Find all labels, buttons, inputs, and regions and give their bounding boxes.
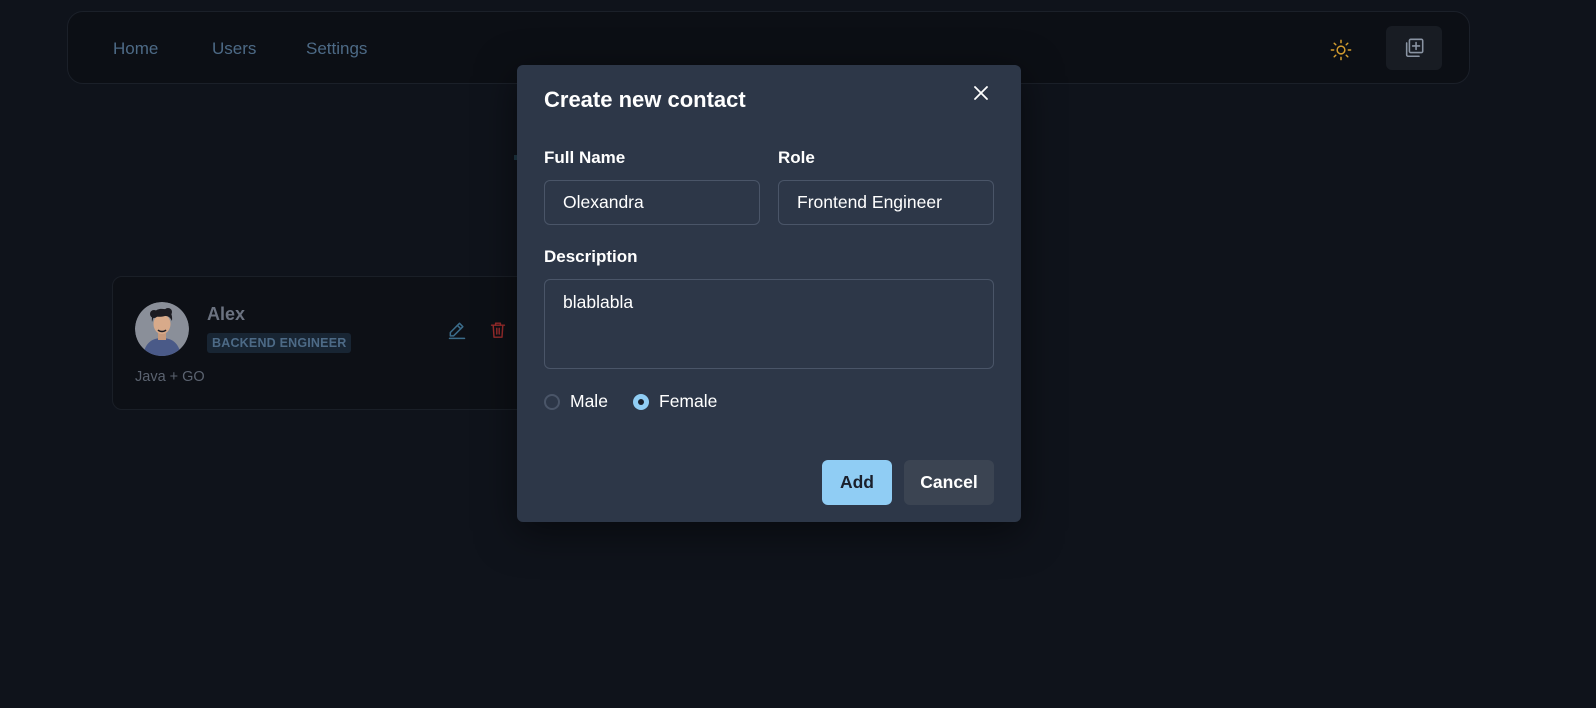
trash-icon (490, 322, 506, 338)
page: Home Users Settings Alex BACKEND ENGINEE… (0, 0, 1596, 708)
role-label: Role (778, 148, 815, 167)
gender-option-female[interactable]: Female (633, 391, 717, 412)
modal-title: Create new contact (544, 87, 746, 112)
contact-name: Alex (207, 304, 246, 324)
gender-option-male[interactable]: Male (544, 391, 608, 412)
nav-link-settings[interactable]: Settings (306, 39, 367, 59)
sun-icon (1330, 39, 1352, 61)
male-radio[interactable] (544, 393, 560, 410)
description-label: Description (544, 247, 638, 266)
contact-card: Alex BACKEND ENGINEER Java + GO (112, 276, 532, 410)
nav-link-users[interactable]: Users (212, 39, 256, 59)
delete-contact-button[interactable] (487, 319, 509, 341)
avatar (135, 302, 189, 356)
contact-role-badge: BACKEND ENGINEER (207, 333, 352, 353)
cancel-button[interactable]: Cancel (904, 460, 994, 505)
female-radio[interactable] (633, 393, 649, 410)
description-textarea[interactable]: blablabla (544, 279, 994, 369)
theme-toggle-button[interactable] (1326, 35, 1356, 65)
female-radio-label: Female (659, 391, 718, 411)
pencil-icon (448, 322, 466, 340)
contact-description: Java + GO (135, 369, 205, 385)
edit-contact-button[interactable] (446, 319, 468, 341)
nav-link-home[interactable]: Home (113, 39, 158, 59)
add-contact-button[interactable] (1386, 26, 1442, 70)
create-contact-modal: Create new contact Full Name Role Descri… (517, 65, 1021, 522)
close-icon (974, 86, 988, 100)
full-name-input[interactable] (544, 180, 760, 225)
user-avatar (135, 302, 189, 356)
full-name-label: Full Name (544, 148, 626, 167)
add-button[interactable]: Add (822, 460, 892, 505)
role-input[interactable] (778, 180, 994, 225)
add-copy-icon (1405, 38, 1424, 58)
male-radio-label: Male (570, 391, 608, 411)
close-modal-button[interactable] (969, 81, 993, 105)
